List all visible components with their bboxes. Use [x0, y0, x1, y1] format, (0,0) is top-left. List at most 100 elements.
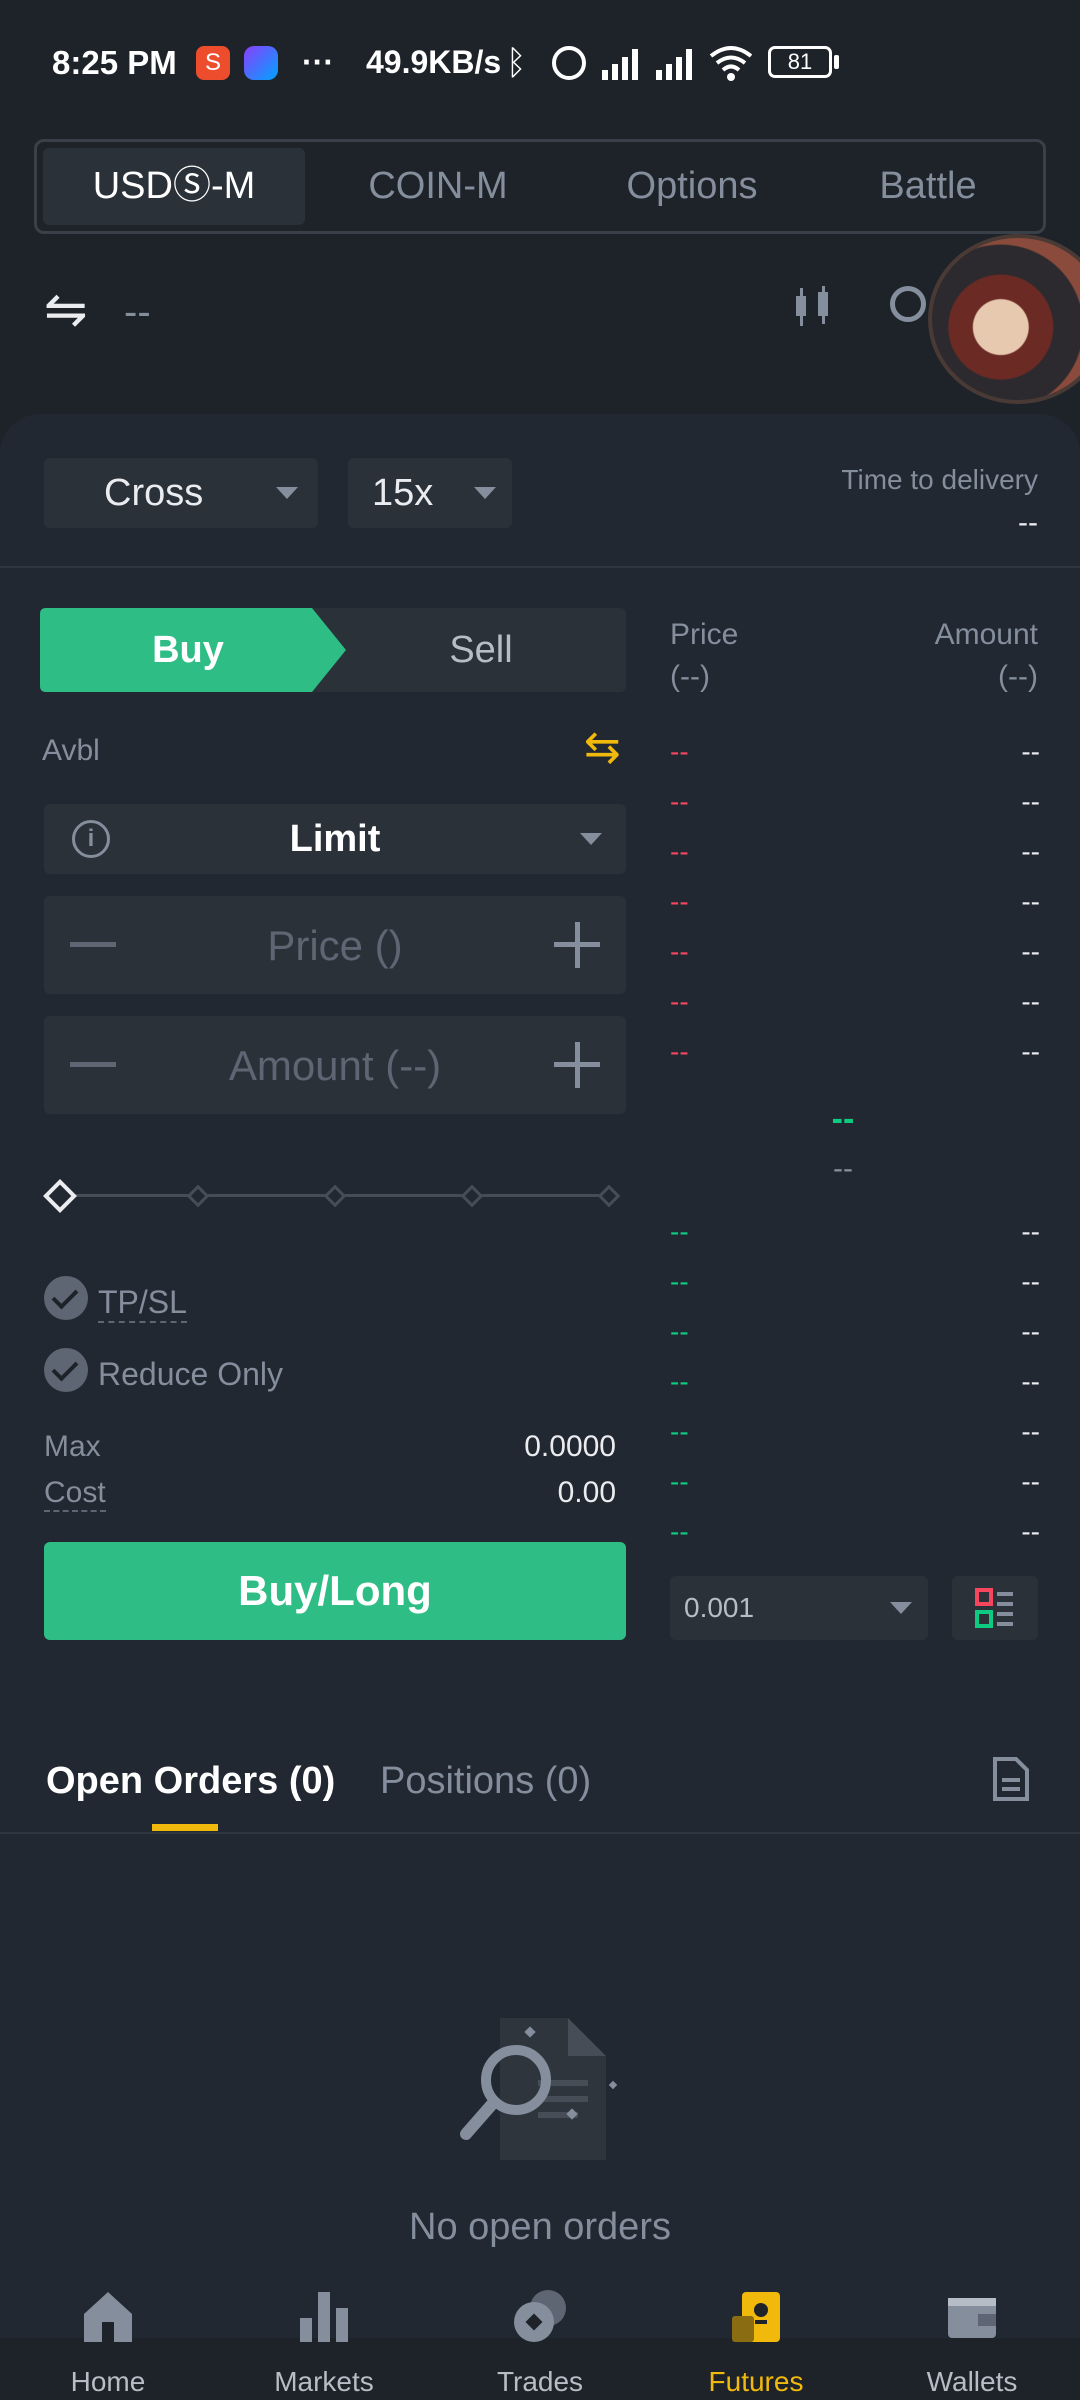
ask-price: --: [670, 936, 689, 967]
reduce-only-label[interactable]: Reduce Only: [98, 1356, 283, 1393]
cost-value: 0.00: [557, 1476, 616, 1509]
divider: [0, 1832, 1080, 1834]
signal-icon: [602, 49, 638, 80]
bid-price: --: [670, 1266, 689, 1297]
tab-open-orders[interactable]: Open Orders (0): [46, 1760, 335, 1803]
ask-amount: --: [1021, 886, 1040, 917]
bid-amount: --: [1021, 1416, 1040, 1447]
bid-price: --: [670, 1516, 689, 1547]
ask-row[interactable]: -- --: [670, 836, 1040, 886]
more-icon[interactable]: [890, 286, 926, 322]
shopee-icon: S: [196, 46, 230, 80]
ask-row[interactable]: -- --: [670, 736, 1040, 786]
divider: [0, 566, 1080, 568]
buy-tab[interactable]: Buy: [40, 608, 336, 692]
tpsl-label[interactable]: TP/SL: [98, 1284, 187, 1323]
ask-row[interactable]: -- --: [670, 936, 1040, 986]
ask-price: --: [670, 836, 689, 867]
nav-label: Home: [70, 2366, 146, 2397]
tab-battle[interactable]: Battle: [815, 148, 1041, 225]
bid-amount: --: [1021, 1366, 1040, 1397]
transfer-icon[interactable]: ⇆: [584, 722, 621, 773]
swap-icon[interactable]: ⇋: [44, 280, 88, 340]
available-balance-label: Avbl: [42, 734, 100, 767]
bid-row[interactable]: -- --: [670, 1416, 1040, 1466]
price-input[interactable]: Price (): [44, 896, 626, 994]
bid-amount: --: [1021, 1266, 1040, 1297]
home-icon: [84, 2292, 132, 2342]
chevron-down-icon: [890, 1602, 912, 1614]
slider-step[interactable]: [597, 1184, 621, 1208]
ask-amount: --: [1021, 1036, 1040, 1067]
orderbook-amount-header: Amount: [934, 618, 1038, 651]
margin-mode-select[interactable]: Cross: [44, 458, 318, 528]
nav-label: Futures: [708, 2366, 804, 2397]
orderbook-price-unit: (--): [670, 660, 710, 693]
last-price[interactable]: --: [670, 1100, 1016, 1139]
order-history-icon[interactable]: [992, 1756, 1030, 1802]
margin-mode-value: Cross: [104, 472, 204, 514]
slider-step[interactable]: [186, 1184, 210, 1208]
ask-row[interactable]: -- --: [670, 886, 1040, 936]
slider-step[interactable]: [460, 1184, 484, 1208]
ask-row[interactable]: -- --: [670, 786, 1040, 836]
orderbook-price-header: Price: [670, 618, 739, 651]
slider-step[interactable]: [323, 1184, 347, 1208]
ask-row[interactable]: -- --: [670, 986, 1040, 1036]
ask-price: --: [670, 786, 689, 817]
candlestick-chart-icon[interactable]: [790, 284, 836, 330]
tab-positions[interactable]: Positions (0): [380, 1760, 591, 1803]
bluetooth-icon: ᛒ: [506, 44, 527, 82]
bid-row[interactable]: -- --: [670, 1216, 1040, 1266]
slider-handle[interactable]: [43, 1179, 77, 1213]
leverage-select[interactable]: 15x: [348, 458, 512, 528]
amount-input[interactable]: Amount (--): [44, 1016, 626, 1114]
battery-level: 81: [787, 49, 813, 74]
no-orders-illustration-icon: [460, 2018, 618, 2160]
tab-options[interactable]: Options: [569, 148, 815, 225]
leverage-value: 15x: [372, 472, 434, 514]
chevron-down-icon: [580, 833, 602, 845]
nav-label: Trades: [496, 2366, 584, 2397]
signal-icon: [656, 49, 692, 80]
ask-amount: --: [1021, 786, 1040, 817]
bid-row[interactable]: -- --: [670, 1316, 1040, 1366]
trades-icon: [514, 2290, 566, 2342]
wallets-icon: [948, 2298, 996, 2338]
bid-row[interactable]: -- --: [670, 1466, 1040, 1516]
tab-active-indicator: [152, 1824, 218, 1831]
orderbook-layout-icon: [975, 1588, 1013, 1628]
ask-amount: --: [1021, 736, 1040, 767]
chevron-down-icon: [276, 487, 298, 499]
markets-icon: [300, 2292, 348, 2342]
ask-row[interactable]: -- --: [670, 1036, 1040, 1086]
amount-slider[interactable]: [43, 1176, 626, 1216]
mark-price[interactable]: --: [670, 1152, 1016, 1186]
order-type-select[interactable]: i Limit: [44, 804, 626, 874]
bid-price: --: [670, 1216, 689, 1247]
precision-select[interactable]: 0.001: [670, 1576, 928, 1640]
network-speed: 49.9KB/s: [366, 44, 502, 80]
battery-tip: [834, 55, 839, 69]
tab-coin-m[interactable]: COIN-M: [307, 148, 569, 225]
bid-row[interactable]: -- --: [670, 1516, 1040, 1566]
bid-amount: --: [1021, 1316, 1040, 1347]
sell-tab[interactable]: Sell: [336, 608, 626, 692]
bid-row[interactable]: -- --: [670, 1266, 1040, 1316]
bid-price: --: [670, 1416, 689, 1447]
avatar[interactable]: [928, 234, 1080, 404]
wifi-icon: [709, 46, 753, 81]
orderbook-view-button[interactable]: [952, 1576, 1038, 1640]
order-type-value: Limit: [289, 818, 381, 860]
nav-label: Wallets: [926, 2366, 1018, 2397]
bid-row[interactable]: -- --: [670, 1366, 1040, 1416]
symbol-name[interactable]: --: [124, 290, 151, 335]
nav-label: Markets: [274, 2366, 374, 2397]
tab-usds-m[interactable]: USDⓈ-M: [43, 148, 305, 225]
reduce-only-checkbox[interactable]: [44, 1348, 88, 1392]
ask-price: --: [670, 886, 689, 917]
max-label: Max: [44, 1430, 101, 1463]
buy-long-button[interactable]: Buy/Long: [44, 1542, 626, 1640]
tpsl-checkbox[interactable]: [44, 1276, 88, 1320]
bid-price: --: [670, 1366, 689, 1397]
